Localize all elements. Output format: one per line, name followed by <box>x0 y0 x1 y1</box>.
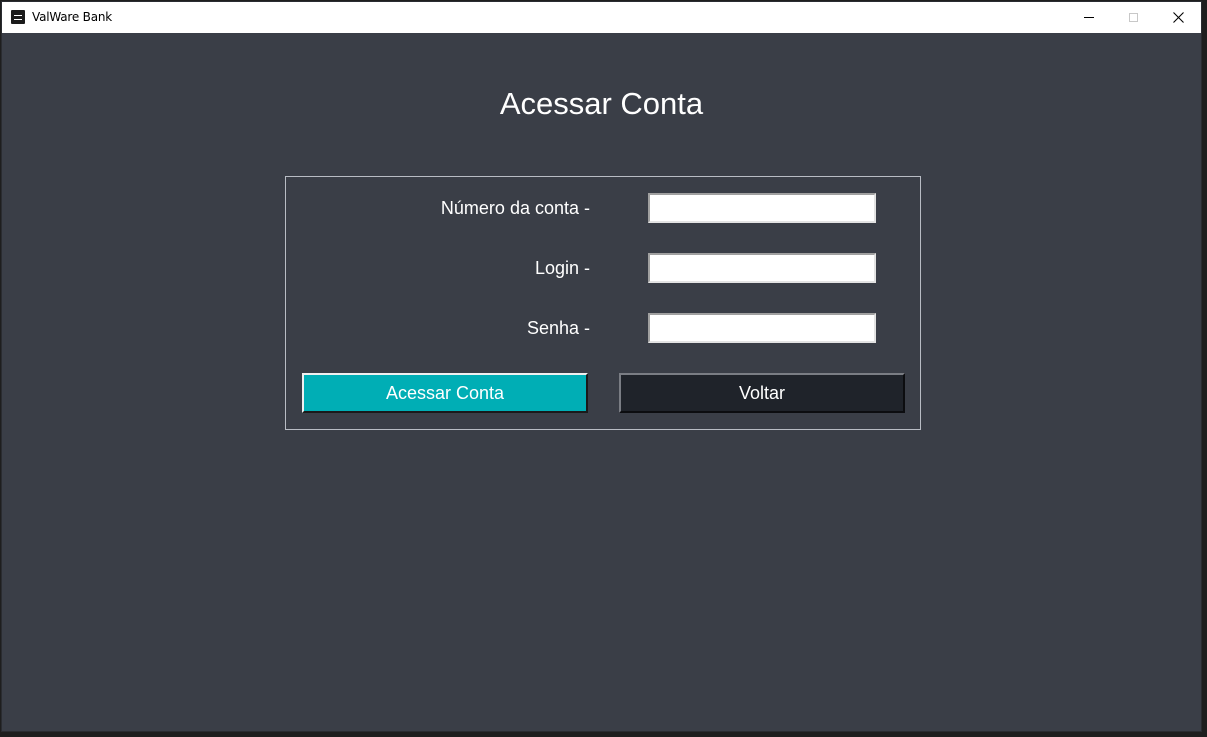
account-number-label: Número da conta - <box>440 198 590 218</box>
access-account-button[interactable]: Acessar Conta <box>302 373 588 413</box>
app-window: ValWare Bank Acessar Conta Número da con… <box>1 1 1202 732</box>
page-title: Acessar Conta <box>499 86 704 121</box>
app-icon <box>11 10 25 24</box>
maximize-button[interactable] <box>1111 2 1156 33</box>
account-number-input[interactable] <box>648 193 876 223</box>
login-input[interactable] <box>648 253 876 283</box>
minimize-button[interactable] <box>1066 2 1111 33</box>
maximize-icon <box>1129 13 1138 22</box>
close-button[interactable] <box>1156 2 1201 33</box>
back-button[interactable]: Voltar <box>619 373 905 413</box>
login-form-panel: Número da conta - Login - Senha - Acessa… <box>285 176 921 430</box>
password-label: Senha - <box>526 318 590 338</box>
window-title: ValWare Bank <box>32 10 113 24</box>
login-label: Login - <box>534 258 590 278</box>
minimize-icon <box>1083 17 1094 18</box>
password-input[interactable] <box>648 313 876 343</box>
close-icon <box>1173 12 1184 23</box>
title-bar[interactable]: ValWare Bank <box>2 2 1201 33</box>
